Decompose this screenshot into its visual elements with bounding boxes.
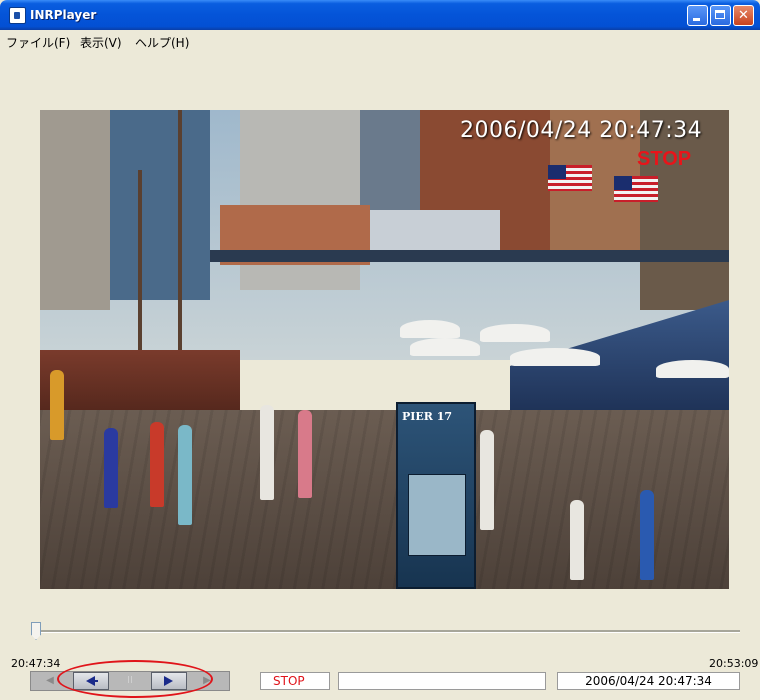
highlight-annotation [57, 660, 213, 698]
osd-status: STOP [637, 148, 692, 170]
video-person [260, 405, 274, 500]
video-frame: PIER 17 2006/04/24 20:47:34 STOP [40, 110, 729, 589]
menu-view[interactable]: 表示(V) [80, 34, 122, 51]
pier-sign: PIER 17 [396, 402, 476, 589]
video-person [480, 430, 494, 530]
close-icon: ✕ [738, 8, 749, 23]
video-person [640, 490, 654, 580]
maximize-button[interactable] [710, 5, 731, 26]
minimize-icon [693, 18, 700, 21]
menu-file[interactable]: ファイル(F) [6, 34, 70, 51]
timeline-start-time: 20:47:34 [11, 657, 61, 670]
video-walkway [210, 250, 729, 262]
timeline-thumb[interactable] [31, 622, 41, 640]
maximize-icon [715, 10, 725, 19]
status-state-field: STOP [260, 672, 330, 690]
menu-bar: ファイル(F) 表示(V) ヘルプ(H) [0, 30, 760, 52]
status-datetime-field: 2006/04/24 20:47:34 [557, 672, 740, 690]
video-person [178, 425, 192, 525]
video-building [110, 110, 210, 300]
video-umbrella [400, 320, 460, 338]
pier-sign-map [408, 474, 466, 556]
app-icon [9, 7, 26, 24]
osd-timestamp: 2006/04/24 20:47:34 [460, 118, 703, 143]
timeline-end-time: 20:53:09 [709, 657, 759, 670]
video-person [104, 428, 118, 508]
video-flag [614, 176, 658, 202]
video-flag [548, 165, 592, 191]
video-mast [138, 170, 142, 370]
video-person [150, 422, 164, 507]
timeline-track[interactable] [36, 630, 740, 633]
pier-sign-text: PIER 17 [402, 410, 453, 423]
video-mast [178, 110, 182, 370]
video-umbrella [656, 360, 729, 378]
window-title: INRPlayer [30, 8, 97, 22]
video-pier-planks [40, 410, 729, 589]
video-person [298, 410, 312, 498]
video-person [50, 370, 64, 440]
video-umbrella [480, 324, 550, 342]
video-umbrella [510, 348, 600, 366]
video-person [570, 500, 584, 580]
close-button[interactable]: ✕ [733, 5, 754, 26]
video-umbrella [410, 338, 480, 356]
video-building [40, 110, 110, 310]
menu-help[interactable]: ヘルプ(H) [135, 34, 189, 51]
title-bar[interactable]: INRPlayer ✕ [0, 0, 760, 30]
status-message-field [338, 672, 546, 690]
video-building [370, 210, 500, 255]
minimize-button[interactable] [687, 5, 708, 26]
